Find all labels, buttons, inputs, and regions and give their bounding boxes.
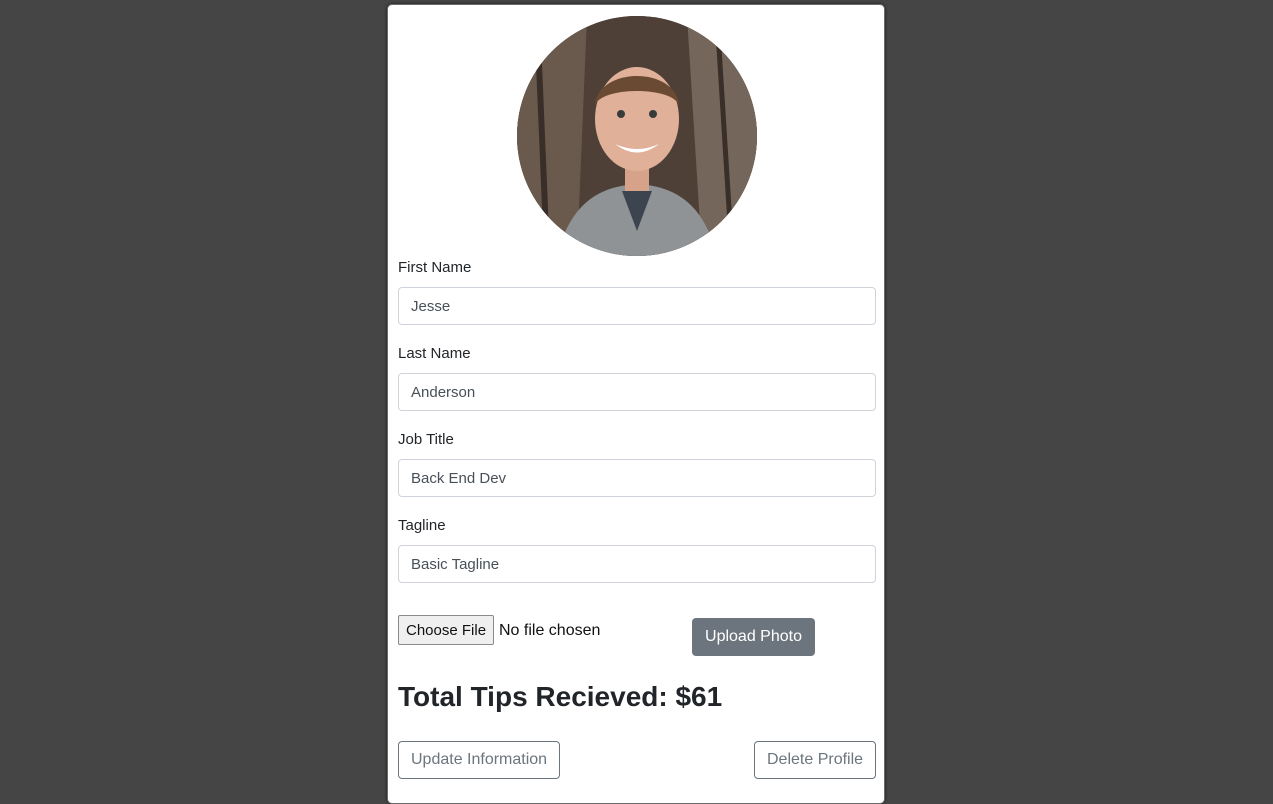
update-information-button[interactable]: Update Information bbox=[398, 741, 561, 779]
first-name-input[interactable] bbox=[398, 287, 876, 325]
profile-card: First Name Last Name Job Title Tagline C… bbox=[387, 4, 885, 804]
choose-file-button[interactable]: Choose File bbox=[398, 615, 495, 645]
last-name-label: Last Name bbox=[398, 345, 471, 362]
upload-photo-button[interactable]: Upload Photo bbox=[692, 618, 815, 656]
job-title-input[interactable] bbox=[398, 459, 876, 497]
total-tips-heading: Total Tips Recieved: $61 bbox=[398, 681, 723, 712]
last-name-input[interactable] bbox=[398, 373, 876, 411]
file-status-text: No file chosen bbox=[499, 622, 601, 639]
job-title-label: Job Title bbox=[398, 431, 454, 448]
first-name-label: First Name bbox=[398, 259, 472, 276]
tagline-input[interactable] bbox=[398, 545, 876, 583]
delete-profile-button[interactable]: Delete Profile bbox=[754, 741, 877, 779]
tagline-label: Tagline bbox=[398, 517, 446, 534]
profile-avatar bbox=[517, 16, 757, 256]
profile-photo-image bbox=[517, 16, 757, 256]
